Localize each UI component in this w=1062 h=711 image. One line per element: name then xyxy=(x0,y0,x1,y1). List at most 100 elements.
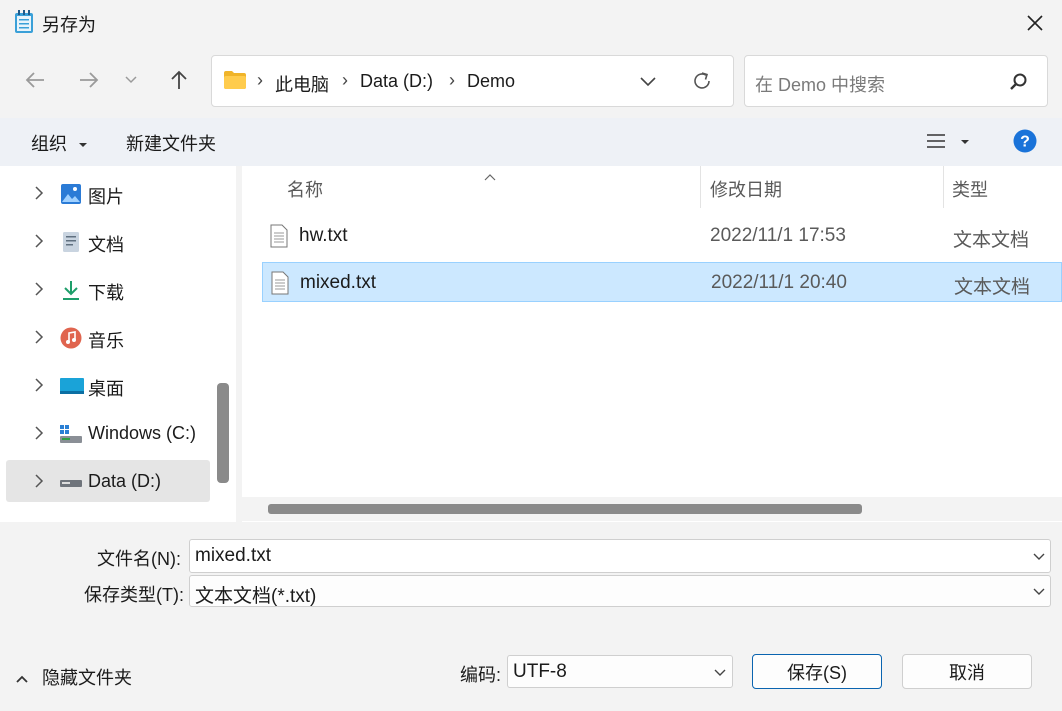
file-name: hw.txt xyxy=(299,225,348,246)
file-row-hw[interactable]: hw.txt 2022/11/1 17:53 文本文档 xyxy=(262,216,1062,256)
chevron-right-icon xyxy=(35,330,44,344)
chevron-right-icon xyxy=(35,282,44,296)
pictures-icon xyxy=(60,183,82,205)
refresh-button[interactable] xyxy=(690,69,716,95)
chevron-right-icon xyxy=(35,234,44,248)
folder-icon xyxy=(223,70,247,90)
sidebar-item-desktop[interactable]: 桌面 xyxy=(6,364,210,406)
search-icon xyxy=(1009,72,1029,92)
text-file-icon xyxy=(270,224,288,248)
chevron-right-icon xyxy=(35,186,44,200)
breadcrumb-separator: › xyxy=(342,70,348,90)
file-row-mixed[interactable]: mixed.txt 2022/11/1 20:40 文本文档 xyxy=(262,262,1062,302)
music-icon xyxy=(60,327,82,349)
breadcrumb-this-pc[interactable]: 此电脑 xyxy=(275,71,329,97)
caret-down-icon xyxy=(961,140,969,144)
chevron-right-icon xyxy=(35,378,44,392)
address-bar[interactable]: › 此电脑 › Data (D:) › Demo xyxy=(211,55,734,107)
sidebar-item-downloads[interactable]: 下载 xyxy=(6,268,210,310)
title-bar: 另存为 xyxy=(0,0,1062,44)
sidebar-scrollbar-thumb[interactable] xyxy=(217,383,229,483)
search-placeholder: 在 Demo 中搜索 xyxy=(755,75,886,95)
filename-label: 文件名(N): xyxy=(97,549,181,569)
sidebar-item-label: Windows (C:) xyxy=(88,423,197,443)
sidebar-item-label: 音乐 xyxy=(88,331,124,351)
chevron-down-icon xyxy=(1033,588,1045,595)
recent-locations-button[interactable] xyxy=(116,62,146,98)
documents-icon xyxy=(60,231,82,253)
chevron-down-icon xyxy=(640,77,656,87)
organize-label: 组织 xyxy=(31,134,67,154)
filetype-value: 文本文档(*.txt) xyxy=(195,586,317,607)
chevron-down-icon xyxy=(1033,553,1045,560)
downloads-icon xyxy=(60,279,82,301)
sidebar-item-drive-d[interactable]: Data (D:) xyxy=(6,460,210,502)
up-button[interactable] xyxy=(161,62,197,98)
arrow-right-icon xyxy=(80,72,99,88)
file-type: 文本文档 xyxy=(954,277,1031,298)
hide-folders-toggle[interactable]: 隐藏文件夹 xyxy=(15,664,132,690)
sidebar-item-label: 图片 xyxy=(88,187,124,207)
chevron-down-icon xyxy=(125,76,137,84)
close-icon xyxy=(1027,15,1043,31)
chevron-down-icon xyxy=(714,669,726,676)
file-list: 名称 修改日期 类型 hw.txt 2022/11/1 17:53 文本文档 m… xyxy=(242,166,1062,522)
search-input[interactable]: 在 Demo 中搜索 xyxy=(744,55,1048,107)
column-divider[interactable] xyxy=(700,166,701,208)
drive-d-icon xyxy=(60,471,82,493)
filename-value: mixed.txt xyxy=(195,545,272,566)
refresh-icon xyxy=(694,72,710,89)
sidebar-item-music[interactable]: 音乐 xyxy=(6,316,210,358)
file-modified: 2022/11/1 17:53 xyxy=(710,225,846,246)
breadcrumb-demo[interactable]: Demo xyxy=(467,71,515,92)
sidebar-item-label: 文档 xyxy=(88,235,124,255)
sidebar-item-label: Data (D:) xyxy=(88,471,162,491)
window-title: 另存为 xyxy=(42,15,96,35)
filetype-label: 保存类型(T): xyxy=(84,585,184,605)
column-header-modified[interactable]: 修改日期 xyxy=(710,176,782,202)
sort-ascending-icon xyxy=(483,166,497,187)
sidebar-item-pictures[interactable]: 图片 xyxy=(6,172,210,214)
help-icon: ? xyxy=(1013,129,1037,153)
column-divider[interactable] xyxy=(943,166,944,208)
breadcrumb-separator: › xyxy=(449,70,455,90)
text-file-icon xyxy=(271,271,289,295)
caret-down-icon xyxy=(79,143,88,148)
file-modified: 2022/11/1 20:40 xyxy=(711,272,847,293)
chevron-right-icon xyxy=(35,474,44,488)
cancel-button[interactable]: 取消 xyxy=(902,654,1032,689)
column-header-name[interactable]: 名称 xyxy=(287,176,323,202)
new-folder-button[interactable]: 新建文件夹 xyxy=(126,130,216,156)
breadcrumb-data-d[interactable]: Data (D:) xyxy=(360,71,433,92)
save-button[interactable]: 保存(S) xyxy=(752,654,882,689)
encoding-label: 编码: xyxy=(460,665,502,685)
hide-folders-label: 隐藏文件夹 xyxy=(42,668,133,688)
file-type: 文本文档 xyxy=(953,230,1030,251)
arrow-up-icon xyxy=(171,70,187,89)
back-button[interactable] xyxy=(17,62,53,98)
sidebar-item-label: 下载 xyxy=(88,283,124,303)
encoding-select[interactable]: UTF-8 xyxy=(507,655,733,688)
list-view-icon xyxy=(927,134,945,148)
notepad-icon xyxy=(14,10,34,34)
sidebar-item-label: 桌面 xyxy=(88,379,124,399)
navigation-pane: 图片 文档 下载 音乐 桌面 Windows (C:) Data (D:) xyxy=(0,166,236,522)
filetype-select[interactable]: 文本文档(*.txt) xyxy=(189,575,1051,607)
view-options-button[interactable] xyxy=(926,132,976,154)
sidebar-item-drive-c[interactable]: Windows (C:) xyxy=(6,412,210,454)
address-dropdown-button[interactable] xyxy=(638,72,662,92)
horizontal-scrollbar-thumb[interactable] xyxy=(268,504,862,514)
chevron-up-icon xyxy=(16,675,28,683)
help-button[interactable]: ? xyxy=(1013,129,1037,153)
filename-field[interactable]: mixed.txt xyxy=(189,539,1051,573)
column-header-type[interactable]: 类型 xyxy=(952,176,988,202)
sidebar-item-documents[interactable]: 文档 xyxy=(6,220,210,262)
encoding-value: UTF-8 xyxy=(513,661,567,682)
svg-text:?: ? xyxy=(1020,134,1030,151)
close-button[interactable] xyxy=(1012,6,1058,40)
desktop-icon xyxy=(60,375,84,397)
forward-button[interactable] xyxy=(71,62,107,98)
command-bar: 组织 新建文件夹 ? xyxy=(0,118,1062,166)
breadcrumb-separator: › xyxy=(257,70,263,90)
organize-button[interactable]: 组织 xyxy=(31,130,88,156)
